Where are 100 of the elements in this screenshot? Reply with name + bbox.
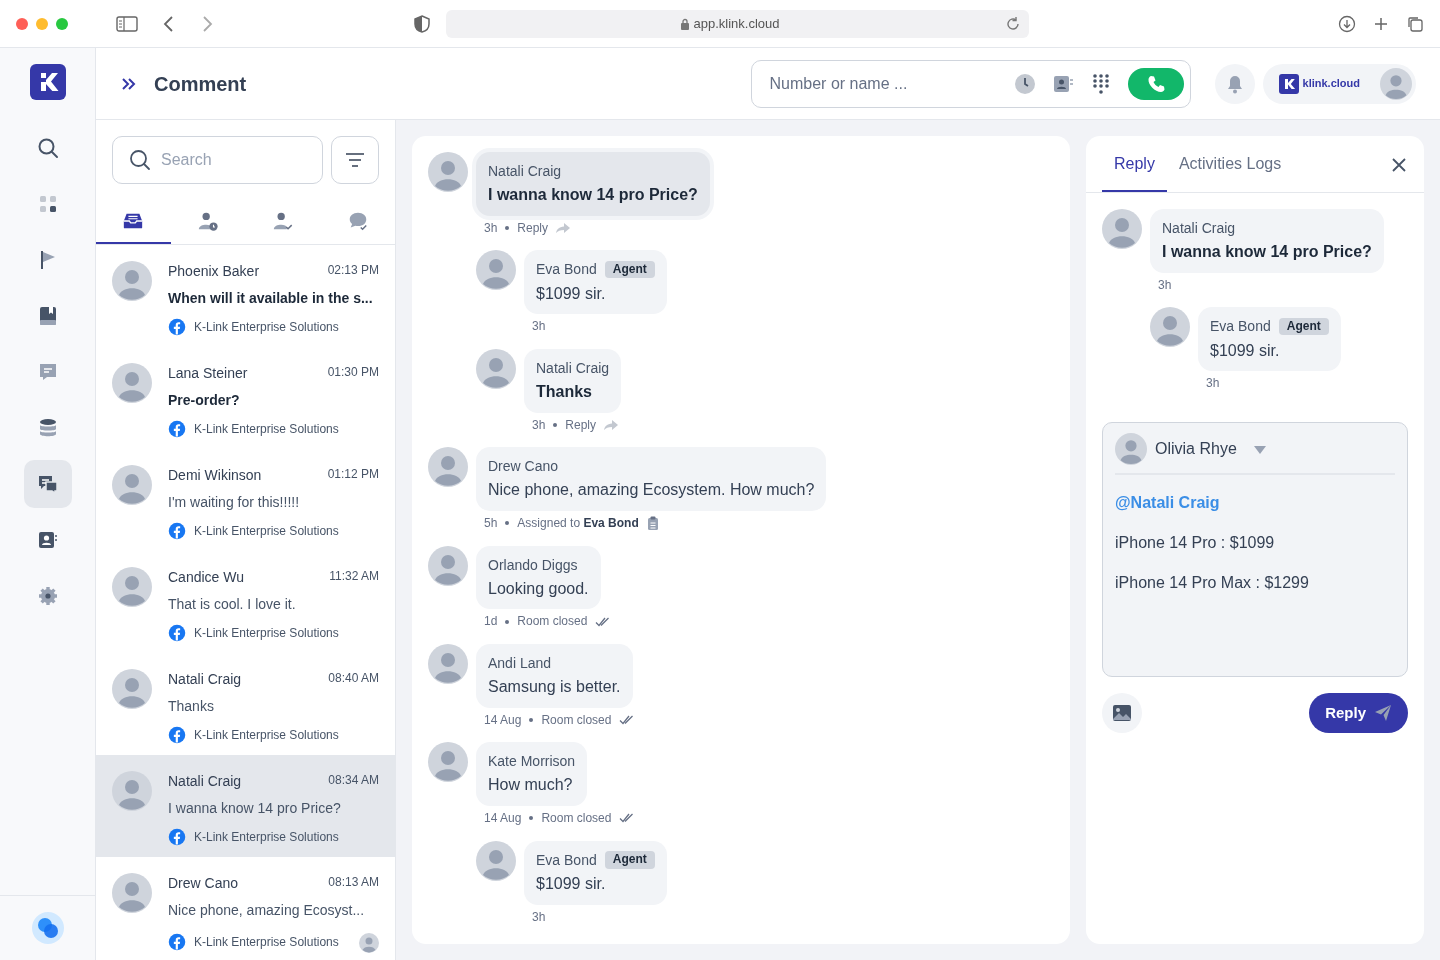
share-arrow-icon	[604, 418, 619, 431]
message-text: I wanna know 14 pro Price?	[1162, 242, 1372, 263]
sender-name: Olivia Rhye	[1155, 438, 1237, 459]
clipboard-icon	[646, 516, 659, 531]
avatar-icon	[428, 545, 468, 586]
chat-bubbles-nav-button[interactable]	[23, 460, 72, 508]
back-icon[interactable]	[162, 14, 176, 33]
agent-badge: Agent	[1278, 317, 1329, 336]
author-name: Natali Craig	[1162, 219, 1236, 238]
conversation-item[interactable]: Phoenix Baker 02:13 PM When will it available in the s... K-Link Enterprise Solutions	[96, 245, 395, 347]
panel-tab[interactable]: Reply	[1102, 152, 1167, 192]
profile-chip[interactable]: klink.cloud	[1262, 63, 1416, 104]
close-window-icon[interactable]	[16, 17, 28, 30]
avatar-icon	[476, 840, 516, 881]
reply-button[interactable]: Reply	[1309, 692, 1408, 733]
filter-button[interactable]	[331, 136, 379, 184]
author-name: Natali Craig	[536, 358, 610, 377]
avatar-icon	[112, 771, 152, 811]
call-button[interactable]	[1127, 67, 1184, 100]
reload-icon[interactable]	[1005, 15, 1021, 32]
k-logo-icon	[29, 64, 66, 100]
message-text: $1099 sir.	[536, 283, 607, 304]
avatar-icon	[476, 348, 516, 389]
reply-link[interactable]: Reply	[517, 221, 549, 236]
caret-icon[interactable]	[1252, 444, 1267, 455]
reply-link[interactable]: Reply	[565, 417, 597, 433]
double-check-icon	[619, 714, 636, 727]
conversation-item[interactable]: Demi Wikinson 01:12 PM I'm waiting for this!!!!! K-Link Enterprise Solutions	[96, 449, 395, 551]
message-age: 3h	[1158, 278, 1172, 293]
message-text: Nice phone, amazing Ecosystem. How much?	[488, 480, 815, 501]
lock-icon	[679, 17, 690, 30]
overlapping-circles-icon[interactable]	[31, 912, 64, 944]
message-time: 01:30 PM	[327, 364, 379, 381]
avatar-icon	[112, 669, 152, 709]
avatar-icon	[112, 363, 152, 403]
agent-badge: Agent	[604, 260, 655, 279]
conversation-item[interactable]: Lana Steiner 01:30 PM Pre-order? K-Link Enterprise Solutions	[96, 347, 395, 449]
message-age: 3h	[532, 319, 546, 334]
channel-name: K-Link Enterprise Solutions	[194, 625, 339, 642]
channel-name: K-Link Enterprise Solutions	[194, 319, 339, 336]
attach-image-button[interactable]	[1102, 692, 1142, 733]
download-icon[interactable]	[1338, 14, 1356, 33]
tabs-overview-icon[interactable]	[1406, 14, 1424, 33]
message-preview: Nice phone, amazing Ecosyst...	[168, 902, 365, 918]
conversation-item[interactable]: Natali Craig 08:34 AM I wanna know 14 pro Price? K-Link Enterprise Solutions	[96, 755, 395, 857]
message-age: 14 Aug	[484, 811, 522, 826]
conversation-item[interactable]: Drew Cano 08:13 AM Nice phone, amazing Ecosyst... K-Link Enterprise Solutions	[96, 857, 395, 959]
author-name: Natali Craig	[488, 162, 562, 181]
filter-icon	[345, 152, 366, 168]
panel-tab[interactable]: Activities Logs	[1166, 152, 1294, 192]
message-text: Looking good.	[488, 578, 589, 599]
conversation-item[interactable]: Natali Craig 08:40 AM Thanks K-Link Enterprise Solutions	[96, 653, 395, 755]
message-age: 3h	[1206, 376, 1220, 391]
search-icon	[129, 149, 151, 171]
search-field[interactable]: Search	[159, 147, 299, 173]
contact-name: Lana Steiner	[168, 364, 248, 383]
avatar-icon	[359, 932, 379, 953]
message-time: 08:40 AM	[328, 670, 379, 687]
conversation-item[interactable]: Candice Wu 11:32 AM That is cool. I love it. K-Link Enterprise Solutions	[96, 551, 395, 653]
avatar-icon	[428, 742, 468, 783]
avatar-icon	[1150, 307, 1190, 348]
contact-name: Demi Wikinson	[168, 466, 262, 485]
avatar-icon	[428, 447, 468, 488]
avatar-icon	[112, 567, 152, 607]
k-logo-icon	[1278, 73, 1299, 94]
facebook-icon	[168, 522, 186, 540]
message-age: 1d	[484, 614, 498, 629]
close-icon[interactable]	[1390, 155, 1408, 174]
history-icon[interactable]	[1013, 72, 1036, 95]
search-bar[interactable]: Search	[112, 136, 324, 184]
contact-name: Drew Cano	[168, 874, 239, 893]
shield-icon	[414, 15, 430, 34]
author-name: Eva Bond	[536, 260, 597, 279]
address-bar[interactable]: app.klink.cloud	[446, 9, 1029, 38]
page-title: Comment	[154, 71, 247, 97]
send-icon	[1374, 703, 1392, 722]
message-age: 3h	[532, 417, 546, 433]
sidebar-toggle-icon[interactable]	[116, 15, 138, 34]
status-text: Room closed	[517, 614, 588, 629]
facebook-icon	[168, 828, 186, 846]
message-preview: I wanna know 14 pro Price?	[168, 800, 341, 816]
message-age: 14 Aug	[484, 712, 522, 728]
author-name: Drew Cano	[488, 457, 559, 476]
channel-name: K-Link Enterprise Solutions	[194, 829, 339, 846]
channel-name: K-Link Enterprise Solutions	[194, 934, 339, 951]
message-text: $1099 sir.	[536, 873, 607, 894]
contact-name: Natali Craig	[168, 772, 242, 791]
forward-icon[interactable]	[200, 14, 214, 33]
reply-editor[interactable]: Olivia Rhye @Natali Craig iPhone 14 Pro : $1099 iPhone 14 Pro Max : $1299	[1102, 421, 1408, 677]
author-name: Andi Land	[488, 653, 552, 673]
status-text: Room closed	[541, 811, 612, 826]
facebook-icon	[168, 420, 186, 438]
avatar-icon	[112, 873, 152, 913]
reply-line: iPhone 14 Pro Max : $1299	[1115, 572, 1310, 593]
message-time: 11:32 AM	[329, 568, 379, 585]
dial-bar[interactable]: Number or name ...	[750, 59, 1191, 108]
avatar-icon	[476, 250, 516, 291]
maximize-window-icon[interactable]	[56, 17, 68, 30]
number-field[interactable]: Number or name ...	[767, 70, 998, 97]
message-preview: Thanks	[168, 698, 214, 714]
